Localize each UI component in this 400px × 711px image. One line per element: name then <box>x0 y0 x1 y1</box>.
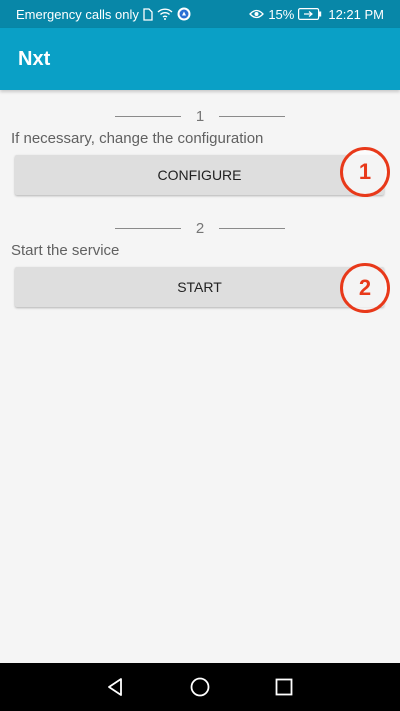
divider <box>114 115 181 117</box>
battery-icon <box>298 8 322 20</box>
status-bar: Emergency calls only 15% 12:21 PM <box>0 0 400 28</box>
configure-button[interactable]: CONFIGURE <box>15 155 384 195</box>
status-left: Emergency calls only <box>16 7 191 22</box>
recents-icon[interactable] <box>272 675 296 699</box>
status-right: 15% 12:21 PM <box>249 7 384 22</box>
step-2-description: Start the service <box>11 242 120 259</box>
battery-level-text: 15% <box>268 6 295 22</box>
wifi-icon <box>157 8 173 20</box>
sim-icon <box>143 7 153 21</box>
step-2-number: 2 <box>195 219 205 237</box>
divider <box>219 115 286 117</box>
clock-text: 12:21 PM <box>328 6 384 22</box>
step-1-description: If necessary, change the configuration <box>11 130 264 147</box>
navigation-bar <box>0 663 400 711</box>
start-button[interactable]: START <box>15 267 384 307</box>
back-icon[interactable] <box>103 675 127 699</box>
step-1-header: 1 <box>0 106 400 126</box>
divider <box>219 227 286 229</box>
app-title: Nxt <box>18 47 51 70</box>
app-notification-icon <box>177 7 191 21</box>
callout-2-badge: 2 <box>340 263 390 313</box>
step-1-number: 1 <box>195 107 205 125</box>
callout-1-badge: 1 <box>340 147 390 197</box>
eye-comfort-icon <box>249 9 265 19</box>
carrier-text: Emergency calls only <box>16 6 139 22</box>
step-2-header: 2 <box>0 218 400 238</box>
divider <box>114 227 181 229</box>
app-bar: Nxt <box>0 28 400 90</box>
home-icon[interactable] <box>188 675 212 699</box>
